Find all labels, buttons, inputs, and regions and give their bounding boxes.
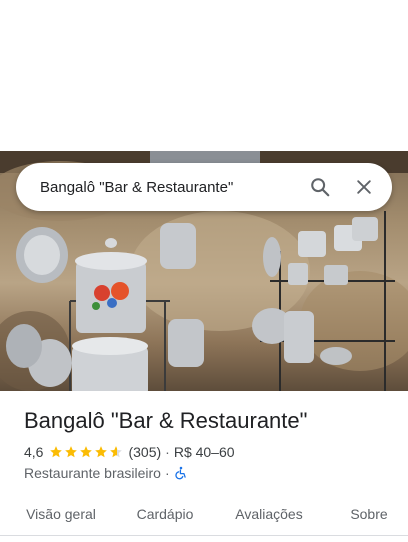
- clear-search-button[interactable]: [342, 165, 386, 209]
- review-count[interactable]: (305): [128, 444, 161, 460]
- star-icon: [50, 446, 63, 458]
- price-range: R$ 40–60: [173, 444, 235, 460]
- tab-label: Sobre: [350, 506, 388, 522]
- search-icon: [311, 178, 330, 197]
- search-bar[interactable]: Bangalô "Bar & Restaurante": [16, 163, 392, 211]
- category-row: Restaurante brasileiro ·: [24, 465, 188, 481]
- place-page: Bangalô "Bar & Restaurante" Bangalô "Bar…: [0, 0, 408, 542]
- star-icon: [110, 446, 123, 458]
- place-title: Bangalô "Bar & Restaurante": [24, 408, 308, 433]
- rating-value: 4,6: [24, 444, 44, 460]
- rating-row[interactable]: 4,6 (305) · R$ 40–60: [24, 444, 235, 460]
- tab-about[interactable]: Sobre: [348, 492, 390, 536]
- separator: ·: [164, 465, 170, 481]
- tabs-divider: [0, 535, 408, 536]
- search-input[interactable]: Bangalô "Bar & Restaurante": [16, 179, 298, 196]
- place-tabs: Visão geral Cardápio Avaliações Sobre: [0, 492, 408, 536]
- star-icon: [65, 446, 78, 458]
- tab-reviews[interactable]: Avaliações: [232, 492, 306, 536]
- star-icon: [95, 446, 108, 458]
- tab-menu[interactable]: Cardápio: [134, 492, 196, 536]
- tab-label: Cardápio: [136, 506, 194, 522]
- tab-label: Avaliações: [235, 506, 303, 522]
- rating-stars: [49, 445, 124, 459]
- tab-overview[interactable]: Visão geral: [24, 492, 98, 536]
- place-category[interactable]: Restaurante brasileiro: [24, 465, 161, 481]
- star-icon: [80, 446, 93, 458]
- search-button[interactable]: [298, 165, 342, 209]
- tab-label: Visão geral: [26, 506, 96, 522]
- separator: ·: [165, 444, 170, 460]
- close-icon: [357, 180, 371, 194]
- wheelchair-icon: [175, 466, 186, 480]
